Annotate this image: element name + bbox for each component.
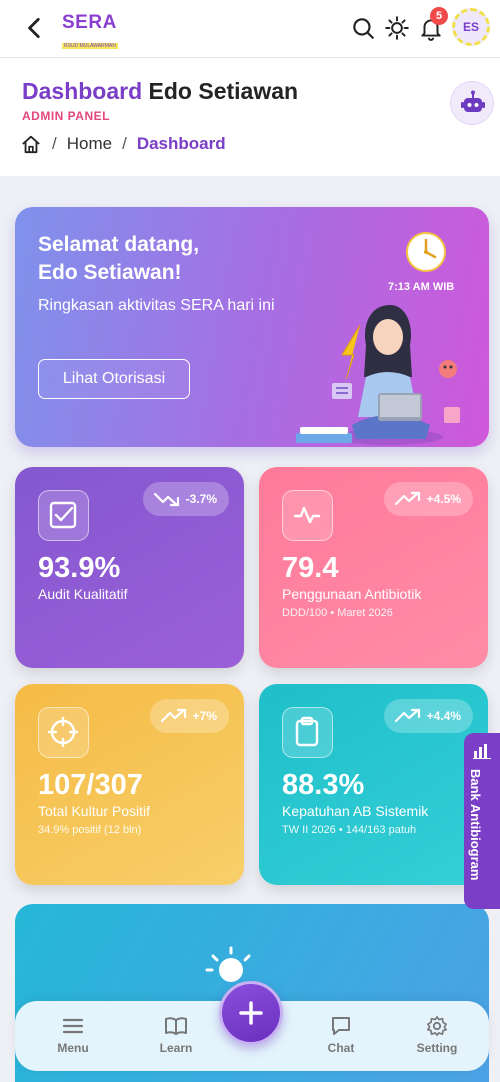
page-title: Dashboard Edo Setiawan — [22, 78, 298, 105]
trend-chip: +4.5% — [383, 482, 473, 516]
bar-chart-icon — [473, 744, 491, 759]
home-icon[interactable] — [20, 134, 42, 154]
nav-chat-label: Chat — [327, 1041, 355, 1055]
trend-chip: +7% — [149, 699, 229, 733]
avatar[interactable]: ES — [452, 8, 490, 46]
menu-icon — [62, 1018, 84, 1034]
add-button[interactable] — [219, 981, 283, 1045]
role-label: ADMIN PANEL — [22, 109, 110, 123]
stat-label: Penggunaan Antibiotik — [282, 586, 422, 602]
search-icon[interactable] — [350, 15, 376, 41]
stat-label: Kepatuhan AB Sistemik — [282, 803, 429, 819]
trend-value: +4.4% — [426, 709, 461, 723]
book-icon — [165, 1017, 187, 1035]
robot-icon — [461, 90, 485, 112]
breadcrumb-current: Dashboard — [136, 134, 226, 153]
notification-badge: 5 — [430, 7, 448, 25]
clock-icon — [406, 232, 446, 272]
page-title-user: Edo Setiawan — [148, 78, 299, 104]
welcome-card: Selamat datang, Edo Setiawan! Ringkasan … — [15, 207, 489, 447]
stat-note: 34.9% positif (12 bln) — [38, 824, 142, 836]
trend-chip: -3.7% — [142, 482, 229, 516]
trend-up-icon — [160, 708, 186, 723]
stat-card-positive-culture[interactable]: +7% 107/307 Total Kultur Positif 34.9% p… — [15, 684, 244, 885]
logo-tagline: RSUD MULAWARMAN — [62, 43, 118, 49]
greeting-line-1: Selamat datang, — [38, 233, 200, 256]
antibiogram-bank-tab[interactable]: Bank Antibiogram — [464, 733, 500, 909]
stat-card-antibiotic-usage[interactable]: +4.5% 79.4 Penggunaan Antibiotik DDD/100… — [259, 467, 488, 668]
greeting-line-2: Edo Setiawan! — [38, 261, 182, 284]
plus-icon — [239, 1001, 263, 1025]
stat-label: Audit Kualitatif — [38, 586, 128, 602]
stat-value: 88.3% — [282, 769, 365, 801]
nav-setting-label: Setting — [416, 1041, 458, 1055]
breadcrumb-separator: / — [122, 134, 127, 153]
nav-menu[interactable]: Menu — [38, 1015, 108, 1055]
trend-value: +7% — [192, 709, 217, 723]
trend-up-icon — [394, 491, 420, 506]
breadcrumb-separator: / — [52, 134, 57, 153]
stat-label: Total Kultur Positif — [38, 803, 151, 819]
activity-icon — [282, 490, 333, 541]
trend-up-icon — [394, 708, 420, 723]
back-arrow-icon[interactable] — [22, 15, 48, 41]
welcome-greeting: Selamat datang, Edo Setiawan! — [38, 231, 199, 287]
stat-card-systemic-ab-compliance[interactable]: +4.4% 88.3% Kepatuhan AB Sistemik TW II … — [259, 684, 488, 885]
breadcrumb: / Home / Dashboard — [20, 134, 226, 154]
student-illustration-icon — [296, 305, 460, 445]
checkbox-icon — [38, 490, 89, 541]
welcome-subtitle: Ringkasan aktivitas SERA hari ini — [38, 297, 275, 314]
breadcrumb-home[interactable]: Home — [67, 134, 112, 154]
nav-learn-label: Learn — [159, 1041, 193, 1055]
nav-menu-label: Menu — [57, 1041, 89, 1055]
page-header: Dashboard Edo Setiawan ADMIN PANEL / Hom… — [0, 58, 500, 176]
top-bar: SERA RSUD MULAWARMAN 5 ES — [0, 0, 500, 58]
chat-icon — [332, 1017, 350, 1035]
trend-value: -3.7% — [185, 492, 217, 506]
ai-assistant-button[interactable] — [450, 81, 494, 125]
trend-down-icon — [153, 492, 179, 507]
view-authorization-button[interactable]: Lihat Otorisasi — [38, 359, 190, 399]
stat-value: 93.9% — [38, 552, 121, 584]
nav-chat[interactable]: Chat — [306, 1015, 376, 1055]
nav-setting[interactable]: Setting — [402, 1015, 472, 1055]
stat-card-audit[interactable]: -3.7% 93.9% Audit Kualitatif — [15, 467, 244, 668]
stat-value: 107/307 — [38, 769, 143, 801]
trend-chip: +4.4% — [383, 699, 473, 733]
gear-icon — [427, 1016, 447, 1036]
crosshair-icon — [38, 707, 89, 758]
page-title-accent: Dashboard — [22, 78, 143, 104]
theme-sun-icon[interactable] — [384, 15, 410, 41]
stat-note: DDD/100 • Maret 2026 — [282, 607, 393, 619]
trend-value: +4.5% — [426, 492, 461, 506]
antibiogram-bank-label: Bank Antibiogram — [468, 769, 483, 881]
clipboard-icon — [282, 707, 333, 758]
logo-text: SERA — [62, 12, 117, 33]
stat-value: 79.4 — [282, 552, 339, 584]
current-time: 7:13 AM WIB — [388, 281, 455, 293]
sera-logo[interactable]: SERA RSUD MULAWARMAN — [62, 12, 122, 49]
nav-learn[interactable]: Learn — [141, 1015, 211, 1055]
stat-note: TW II 2026 • 144/163 patuh — [282, 824, 417, 836]
